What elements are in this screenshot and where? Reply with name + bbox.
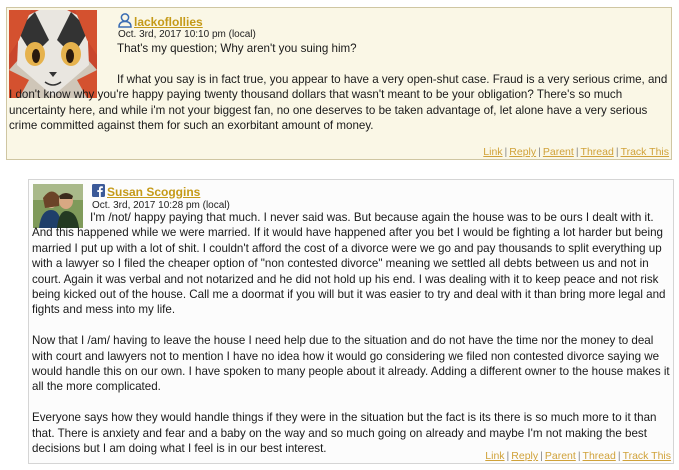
track-this-link[interactable]: Track This <box>623 450 671 462</box>
comment-body: That's my question; Why aren't you suing… <box>9 41 669 133</box>
reply-link[interactable]: Reply <box>509 146 536 158</box>
comment-paragraph: That's my question; Why aren't you suing… <box>117 42 357 55</box>
author-link[interactable]: lackoflollies <box>134 15 203 29</box>
thread-link[interactable]: Thread <box>581 146 614 158</box>
parent-link[interactable]: Parent <box>543 146 574 158</box>
comment-lackoflollies: lackoflollies Oct. 3rd, 2017 10:10 pm (l… <box>6 7 672 160</box>
comment-paragraph: Now that I /am/ having to leave the hous… <box>32 334 670 394</box>
comment-body: I'm /not/ happy paying that much. I neve… <box>32 210 670 456</box>
thread-link[interactable]: Thread <box>583 450 616 462</box>
comment-actions: Link | Reply | Parent | Thread | Track This <box>485 450 671 462</box>
link-link[interactable]: Link <box>483 146 502 158</box>
comment-paragraph: If what you say is in fact true, you app… <box>9 72 668 133</box>
comment-paragraph: I'm /not/ happy paying that much. I neve… <box>32 211 666 317</box>
comment-susan-scoggins: Susan Scoggins Oct. 3rd, 2017 10:28 pm (… <box>28 179 674 464</box>
author-link[interactable]: Susan Scoggins <box>107 185 200 199</box>
track-this-link[interactable]: Track This <box>621 146 669 158</box>
reply-link[interactable]: Reply <box>511 450 538 462</box>
facebook-icon <box>92 184 105 200</box>
comment-actions: Link | Reply | Parent | Thread | Track This <box>483 146 669 158</box>
parent-link[interactable]: Parent <box>545 450 576 462</box>
comment-date: Oct. 3rd, 2017 10:10 pm (local) <box>118 29 256 40</box>
link-link[interactable]: Link <box>485 450 504 462</box>
comment-header: Susan Scoggins <box>92 184 200 200</box>
